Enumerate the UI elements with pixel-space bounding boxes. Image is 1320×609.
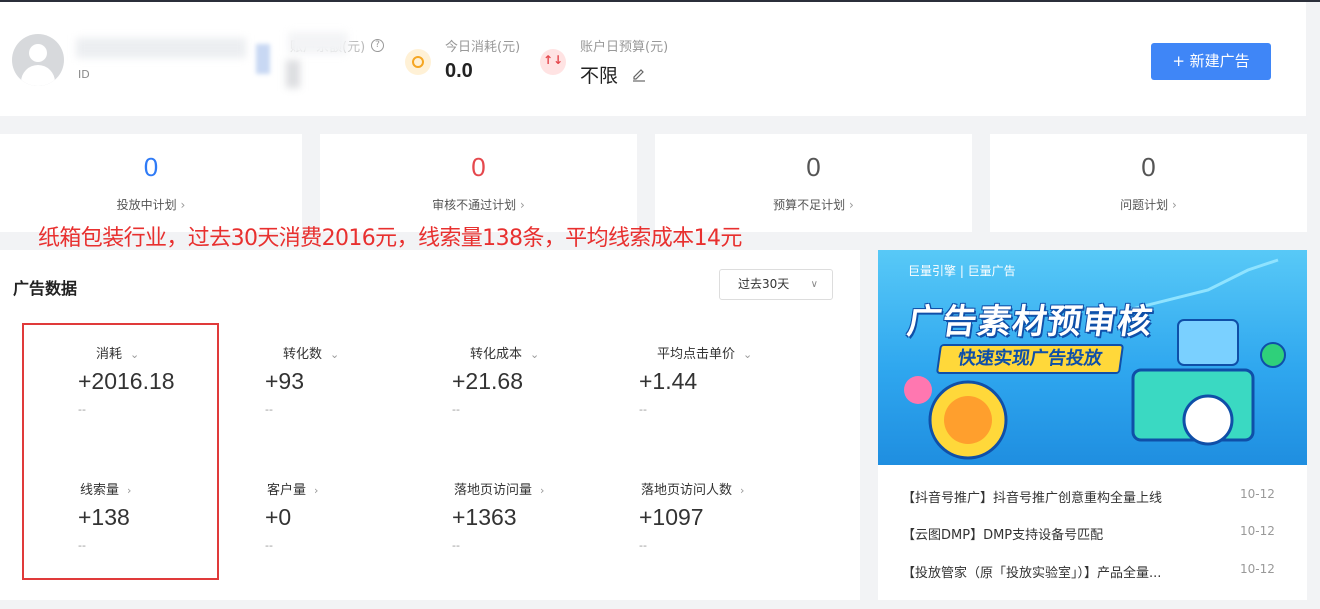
- ad-data-panel: 广告数据 过去30天 ∨ 消耗 ⌄ +2016.18 -- 转化数 ⌄ +93 --…: [0, 250, 860, 600]
- banner-brand: 巨量引擎 | 巨量广告: [908, 264, 1016, 278]
- banner-subtitle: 快速实现广告投放: [935, 344, 1125, 374]
- avatar-body-shape: [21, 65, 55, 86]
- metric-sub: --: [452, 539, 460, 552]
- plan-count: 0: [806, 152, 821, 182]
- redacted-mark-2: [286, 60, 300, 88]
- plan-card-running[interactable]: 0 投放中计划 ›: [0, 134, 302, 232]
- plan-card-rejected[interactable]: 0 审核不通过计划 ›: [320, 134, 637, 232]
- metric-label: 转化成本 ⌄: [470, 347, 540, 362]
- help-icon[interactable]: ?: [371, 39, 384, 52]
- annotation-text: 纸箱包装行业，过去30天消费2016元，线索量138条，平均线索成本14元: [38, 226, 742, 251]
- redacted-mark: [256, 44, 270, 74]
- account-header: ID 账户余额(元) ? 今日消耗(元) 0.0 ↑↓ 账户日预算(元) 不限 …: [0, 2, 1306, 116]
- metric-label: 落地页访问量 ›: [454, 483, 545, 498]
- avatar[interactable]: [12, 34, 64, 86]
- plan-label: 问题计划 ›: [1120, 198, 1177, 212]
- section-title: 广告数据: [13, 279, 78, 298]
- news-title: 【投放管家（原「投放实验室」）】产品全量...: [902, 566, 1162, 581]
- metric-value: +21.68: [452, 368, 523, 394]
- new-ad-button[interactable]: + 新建广告: [1151, 43, 1271, 80]
- today-spend-value: 0.0: [445, 60, 473, 82]
- metric-sub: --: [265, 403, 273, 416]
- promo-panel: 巨量引擎 | 巨量广告 广告素材预审核 快速实现广告投放 【抖音号推广】抖音号推…: [878, 250, 1307, 600]
- banner-title: 广告素材预审核: [904, 302, 1156, 342]
- metric-value: +1.44: [639, 368, 698, 394]
- metric-label: 落地页访问人数 ›: [641, 483, 745, 498]
- metric-avg-cpc[interactable]: 平均点击单价 ⌄ +1.44 --: [639, 343, 819, 443]
- plan-count: 0: [1141, 152, 1156, 182]
- news-date: 10-12: [1240, 524, 1275, 538]
- metric-value: +0: [265, 504, 292, 530]
- news-date: 10-12: [1240, 562, 1275, 576]
- news-date: 10-12: [1240, 487, 1275, 501]
- redacted-account-name: [76, 38, 246, 58]
- metric-customers[interactable]: 客户量 › +0 --: [265, 479, 445, 579]
- date-range-select[interactable]: 过去30天 ∨: [719, 269, 833, 300]
- metric-label: 客户量 ›: [267, 483, 319, 498]
- spend-icon: [405, 49, 431, 75]
- metric-value: +93: [265, 368, 305, 394]
- metric-conversions[interactable]: 转化数 ⌄ +93 --: [265, 343, 445, 443]
- balance-redaction: [288, 32, 348, 54]
- promo-banner[interactable]: 巨量引擎 | 巨量广告 广告素材预审核 快速实现广告投放: [878, 250, 1307, 465]
- budget-icon: ↑↓: [540, 49, 566, 75]
- daily-budget-label: 账户日预算(元): [580, 40, 669, 55]
- metric-value: +1363: [452, 504, 517, 530]
- plan-count: 0: [471, 152, 486, 182]
- today-spend-label: 今日消耗(元): [445, 40, 521, 55]
- highlight-box: [22, 323, 219, 580]
- avatar-head-shape: [29, 44, 47, 62]
- news-title: 【抖音号推广】抖音号推广创意重构全量上线: [902, 491, 1163, 506]
- plan-card-low-budget[interactable]: 0 预算不足计划 ›: [655, 134, 972, 232]
- daily-budget-value: 不限: [580, 65, 619, 87]
- metric-value: +1097: [639, 504, 704, 530]
- metric-label: 转化数 ⌄: [283, 347, 340, 362]
- plan-label: 审核不通过计划 ›: [432, 198, 525, 212]
- metric-sub: --: [639, 539, 647, 552]
- plan-count: 0: [143, 152, 159, 182]
- metric-sub: --: [452, 403, 460, 416]
- plan-label: 投放中计划 ›: [116, 198, 186, 212]
- account-id-label: ID: [78, 68, 90, 81]
- date-range-value: 过去30天: [738, 277, 790, 291]
- metric-label: 平均点击单价 ⌄: [657, 347, 753, 362]
- plan-label: 预算不足计划 ›: [773, 198, 854, 212]
- metric-landing-visitors[interactable]: 落地页访问人数 › +1097 --: [639, 479, 819, 579]
- chevron-down-icon: ∨: [810, 279, 818, 290]
- plan-card-problem[interactable]: 0 问题计划 ›: [990, 134, 1307, 232]
- metric-landing-visits[interactable]: 落地页访问量 › +1363 --: [452, 479, 632, 579]
- metric-sub: --: [639, 403, 647, 416]
- metric-conversion-cost[interactable]: 转化成本 ⌄ +21.68 --: [452, 343, 632, 443]
- news-title: 【云图DMP】DMP支持设备号匹配: [902, 528, 1104, 543]
- metric-sub: --: [265, 539, 273, 552]
- edit-icon[interactable]: [632, 68, 646, 82]
